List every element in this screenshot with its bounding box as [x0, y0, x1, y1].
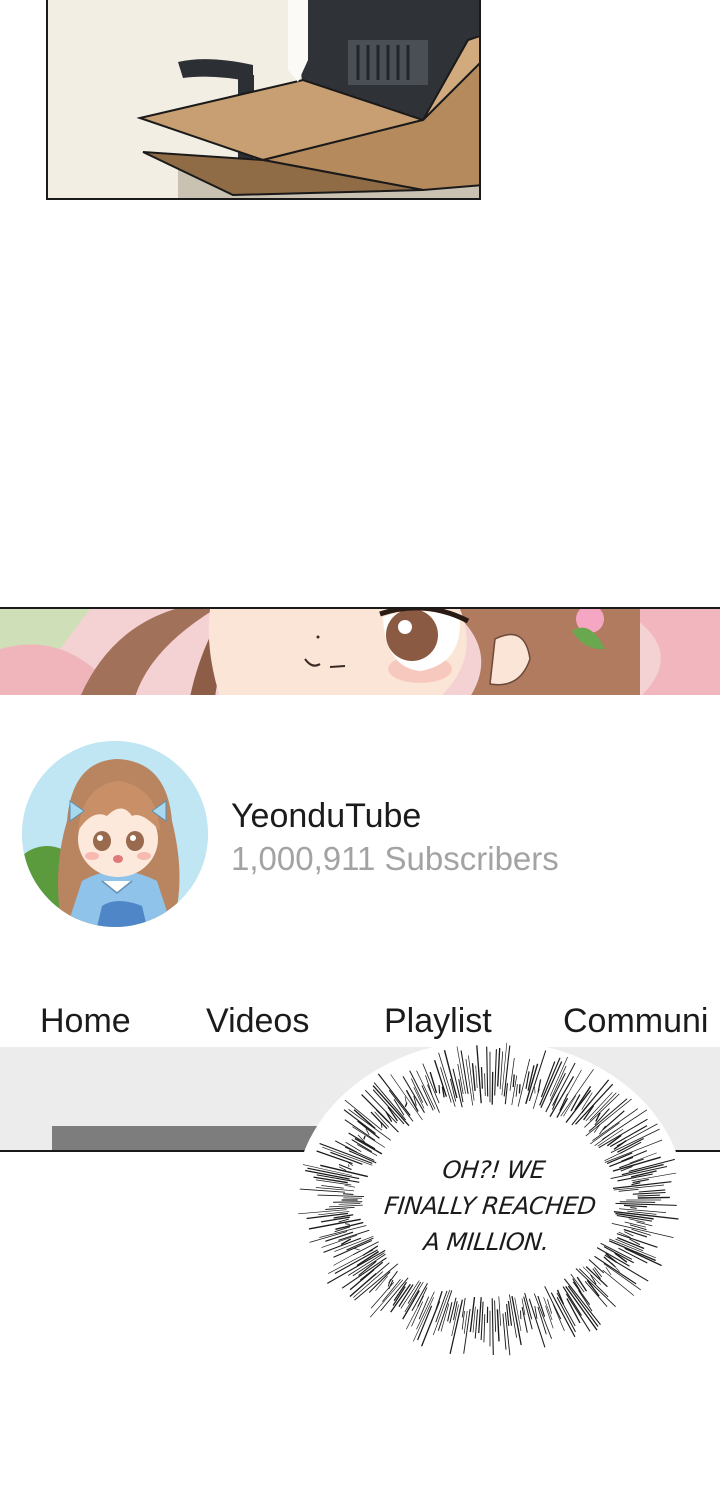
avatar-girl-illustration: [22, 741, 208, 927]
burst-line: [333, 1201, 363, 1203]
speech-line-1: OH?! WE: [441, 1156, 547, 1184]
tab-home[interactable]: Home: [40, 1002, 131, 1041]
subscriber-count-value: 1,000,911: [231, 840, 376, 877]
comic-panel-box-scene: [46, 0, 481, 200]
burst-line: [438, 1085, 441, 1094]
face-closeup-illustration: [0, 609, 720, 695]
speech-line-3: A MILLION.: [422, 1228, 551, 1256]
speech-bubble-text: OH?! WE FINALLY REACHED A MILLION.: [354, 1152, 625, 1260]
burst-line: [518, 1084, 521, 1094]
box-scene-illustration: [48, 0, 479, 198]
subscriber-count-label: Subscribers: [384, 840, 559, 877]
speech-line-2: FINALLY REACHED: [382, 1192, 598, 1220]
burst-line: [491, 1071, 494, 1105]
burst-line: [348, 1164, 350, 1167]
channel-name[interactable]: YeonduTube: [231, 797, 421, 836]
comic-panel-face-closeup: [0, 607, 720, 695]
subscriber-count: 1,000,911 Subscribers: [231, 840, 559, 878]
burst-line: [637, 1196, 670, 1199]
burst-line: [619, 1201, 656, 1203]
channel-avatar[interactable]: [22, 741, 208, 927]
